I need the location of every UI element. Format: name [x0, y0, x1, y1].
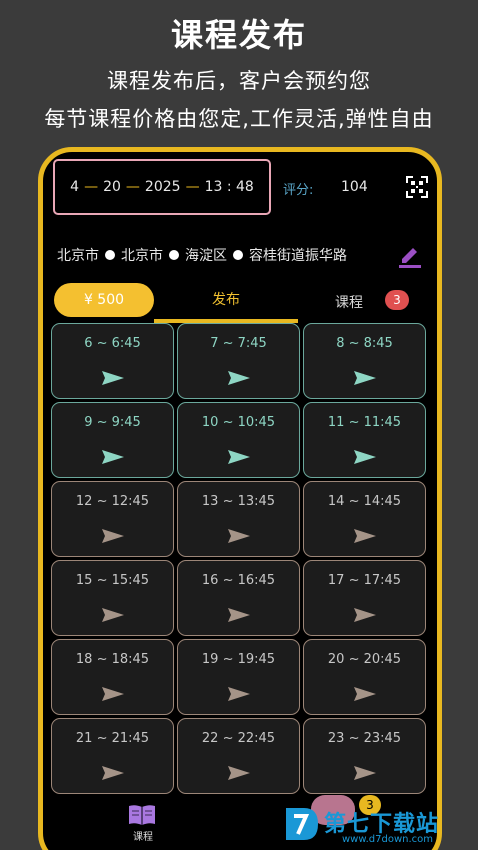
- time-slot[interactable]: 23 ~ 23:45: [303, 718, 426, 794]
- promo-title: 课程发布: [170, 16, 307, 54]
- tab-publish[interactable]: 发布: [154, 283, 298, 323]
- send-icon[interactable]: [227, 528, 251, 544]
- time-slot-grid: 6 ~ 6:45 7 ~ 7:45 8 ~ 8:45 9 ~ 9:45 10 ~ 10:…: [51, 323, 429, 794]
- time-slot-label: 8 ~ 8:45: [336, 336, 393, 351]
- send-icon[interactable]: [353, 528, 377, 544]
- time-slot[interactable]: 18 ~ 18:45: [51, 639, 174, 715]
- send-icon[interactable]: [227, 686, 251, 702]
- date-month: 4: [70, 179, 80, 195]
- promo-line-2: 每节课程价格由您定,工作灵活,弹性自由: [44, 107, 434, 131]
- time-slot-label: 13 ~ 13:45: [201, 494, 276, 509]
- time-slot-label: 14 ~ 14:45: [327, 494, 402, 509]
- time-slot-label: 9 ~ 9:45: [84, 415, 141, 430]
- time-slot-label: 19 ~ 19:45: [201, 652, 276, 667]
- address-city: 北京市: [121, 248, 163, 264]
- send-icon[interactable]: [353, 449, 377, 465]
- address-district: 海淀区: [185, 248, 227, 264]
- separator-dash: —: [84, 179, 99, 195]
- time-slot-label: 20 ~ 20:45: [327, 652, 402, 667]
- time-slot[interactable]: 11 ~ 11:45: [303, 402, 426, 478]
- send-icon[interactable]: [101, 528, 125, 544]
- time-slot[interactable]: 12 ~ 12:45: [51, 481, 174, 557]
- phone-frame: 4 — 20 — 2025 — 13 : 48 评分: 104 北京市 北京市 …: [38, 147, 442, 850]
- tab-course[interactable]: 课程: [335, 292, 363, 312]
- d7-logo-icon: [286, 808, 318, 840]
- promo-line-1: 课程发布后，客户会预约您: [107, 69, 371, 93]
- address-dot: [233, 250, 243, 260]
- time-slot[interactable]: 16 ~ 16:45: [177, 560, 300, 636]
- time-slot-label: 22 ~ 22:45: [201, 731, 276, 746]
- time-slot-label: 15 ~ 15:45: [75, 573, 150, 588]
- address-dot: [105, 250, 115, 260]
- date-time-picker[interactable]: 4 — 20 — 2025 — 13 : 48: [53, 159, 271, 215]
- time-slot[interactable]: 17 ~ 17:45: [303, 560, 426, 636]
- time-slot[interactable]: 13 ~ 13:45: [177, 481, 300, 557]
- time-slot[interactable]: 6 ~ 6:45: [51, 323, 174, 399]
- send-icon[interactable]: [101, 449, 125, 465]
- send-icon[interactable]: [101, 607, 125, 623]
- time-slot-label: 11 ~ 11:45: [327, 415, 402, 430]
- time-slot[interactable]: 15 ~ 15:45: [51, 560, 174, 636]
- balance-pill[interactable]: ¥ 500: [54, 283, 154, 317]
- watermark-url: www.d7down.com: [342, 834, 434, 845]
- time-slot-label: 10 ~ 10:45: [201, 415, 276, 430]
- time-slot[interactable]: 9 ~ 9:45: [51, 402, 174, 478]
- separator-dash: —: [185, 179, 200, 195]
- send-icon[interactable]: [353, 607, 377, 623]
- address-dot: [169, 250, 179, 260]
- send-icon[interactable]: [353, 686, 377, 702]
- date-day: 20: [103, 179, 121, 195]
- score-value: 104: [341, 179, 368, 195]
- time-slot-label: 7 ~ 7:45: [210, 336, 267, 351]
- address-street: 容桂街道振华路: [249, 248, 347, 264]
- time-slot-label: 16 ~ 16:45: [201, 573, 276, 588]
- time-slot[interactable]: 8 ~ 8:45: [303, 323, 426, 399]
- time-slot[interactable]: 19 ~ 19:45: [177, 639, 300, 715]
- edit-pencil-icon[interactable]: [398, 242, 422, 268]
- time-slot[interactable]: 20 ~ 20:45: [303, 639, 426, 715]
- time-slot[interactable]: 21 ~ 21:45: [51, 718, 174, 794]
- course-count-badge: 3: [385, 290, 409, 310]
- time-slot[interactable]: 14 ~ 14:45: [303, 481, 426, 557]
- score-label: 评分:: [283, 183, 314, 198]
- time-slot-label: 6 ~ 6:45: [84, 336, 141, 351]
- address-line: 北京市 北京市 海淀区 容桂街道振华路: [57, 245, 347, 265]
- time-slot-label: 21 ~ 21:45: [75, 731, 150, 746]
- time-slot[interactable]: 22 ~ 22:45: [177, 718, 300, 794]
- time-slot-label: 17 ~ 17:45: [327, 573, 402, 588]
- time-slot-label: 23 ~ 23:45: [327, 731, 402, 746]
- qr-scan-icon[interactable]: [406, 176, 428, 198]
- send-icon[interactable]: [101, 370, 125, 386]
- time-slot[interactable]: 7 ~ 7:45: [177, 323, 300, 399]
- send-icon[interactable]: [227, 765, 251, 781]
- time-slot-label: 18 ~ 18:45: [75, 652, 150, 667]
- address-province: 北京市: [57, 248, 99, 264]
- send-icon[interactable]: [101, 686, 125, 702]
- watermark: 第七下载站 www.d7down.com: [282, 800, 478, 850]
- send-icon[interactable]: [227, 449, 251, 465]
- send-icon[interactable]: [227, 607, 251, 623]
- nav-course-label[interactable]: 课程: [133, 828, 153, 843]
- separator-dash: —: [125, 179, 140, 195]
- date-year: 2025: [144, 179, 181, 195]
- time-slot-label: 12 ~ 12:45: [75, 494, 150, 509]
- send-icon[interactable]: [227, 370, 251, 386]
- time-value: 13 : 48: [204, 179, 254, 195]
- send-icon[interactable]: [353, 370, 377, 386]
- book-icon[interactable]: [127, 803, 157, 827]
- send-icon[interactable]: [101, 765, 125, 781]
- send-icon[interactable]: [353, 765, 377, 781]
- time-slot[interactable]: 10 ~ 10:45: [177, 402, 300, 478]
